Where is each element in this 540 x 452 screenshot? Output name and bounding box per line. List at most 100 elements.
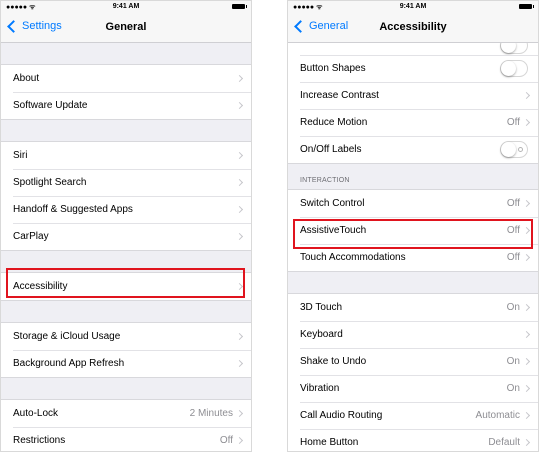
item-label: Auto-Lock: [13, 408, 59, 419]
list-item-about[interactable]: About: [1, 65, 251, 92]
chevron-right-icon: [235, 205, 244, 214]
item-value: Off: [506, 198, 520, 209]
item-value: Automatic: [475, 410, 520, 421]
list-item-3d-touch[interactable]: 3D Touch On: [288, 294, 538, 321]
list-item-shake-to-undo[interactable]: Shake to Undo On: [288, 348, 538, 375]
button-shapes-toggle[interactable]: [500, 60, 528, 77]
chevron-right-icon: [235, 282, 244, 291]
item-value: On: [506, 383, 520, 394]
page-title: Accessibility: [379, 21, 447, 33]
list-item-switch-control[interactable]: Switch Control Off: [288, 190, 538, 217]
item-label: On/Off Labels: [300, 144, 362, 155]
item-label: Increase Contrast: [300, 90, 379, 101]
status-time: 9:41 AM: [112, 3, 140, 10]
item-label: About: [13, 73, 40, 84]
item-label: AssistiveTouch: [300, 225, 367, 236]
status-bar: ●●●●● ᯤ 9:41 AM: [288, 1, 538, 13]
chevron-right-icon: [522, 357, 531, 366]
item-label: Shake to Undo: [300, 356, 367, 367]
chevron-right-icon: [235, 409, 244, 418]
list-item-siri[interactable]: Siri: [1, 142, 251, 169]
list-item-onoff-labels[interactable]: On/Off Labels: [288, 136, 538, 163]
list-item-reduce-motion[interactable]: Reduce Motion Off: [288, 109, 538, 136]
page-title: General: [105, 21, 147, 33]
item-value: 2 Minutes: [189, 408, 233, 419]
settings-group: Auto-Lock 2 Minutes Restrictions Off: [1, 399, 251, 451]
item-label: Vibration: [300, 383, 340, 394]
settings-list: About Software Update Siri Spotlight Sea…: [1, 43, 251, 451]
chevron-right-icon: [522, 199, 531, 208]
chevron-right-icon: [235, 436, 244, 445]
item-label: Storage & iCloud Usage: [13, 331, 121, 342]
list-item-increase-contrast[interactable]: Increase Contrast: [288, 82, 538, 109]
settings-group: Siri Spotlight Search Handoff & Suggeste…: [1, 141, 251, 251]
list-item-vibration[interactable]: Vibration On: [288, 375, 538, 402]
chevron-right-icon: [235, 101, 244, 110]
item-value: On: [506, 356, 520, 367]
list-item-call-audio-routing[interactable]: Call Audio Routing Automatic: [288, 402, 538, 429]
item-value: Default: [488, 437, 520, 448]
settings-group: Button Shapes Increase Contrast Reduce M…: [288, 43, 538, 164]
item-label: CarPlay: [13, 231, 49, 242]
item-label: Background App Refresh: [13, 358, 125, 369]
chevron-right-icon: [522, 253, 531, 262]
status-bar: ●●●●● ᯤ 9:41 AM: [1, 1, 251, 13]
item-label: Restrictions: [13, 435, 66, 446]
list-item-button-shapes[interactable]: Button Shapes: [288, 55, 538, 82]
onoff-labels-toggle[interactable]: [500, 141, 528, 158]
list-item-assistivetouch[interactable]: AssistiveTouch Off: [288, 217, 538, 244]
item-label: Siri: [13, 150, 28, 161]
section-header-interaction: INTERACTION: [288, 164, 538, 189]
item-label: Call Audio Routing: [300, 410, 383, 421]
nav-bar: Settings General: [1, 13, 251, 43]
item-label: Accessibility: [13, 281, 68, 292]
item-label: Switch Control: [300, 198, 365, 209]
nav-bar: General Accessibility: [288, 13, 538, 43]
list-item-keyboard[interactable]: Keyboard: [288, 321, 538, 348]
list-item-storage[interactable]: Storage & iCloud Usage: [1, 323, 251, 350]
settings-list: Button Shapes Increase Contrast Reduce M…: [288, 43, 538, 451]
list-item-restrictions[interactable]: Restrictions Off: [1, 427, 251, 451]
chevron-right-icon: [522, 226, 531, 235]
settings-group: About Software Update: [1, 64, 251, 120]
item-label: Reduce Motion: [300, 117, 368, 128]
settings-group: Switch Control Off AssistiveTouch Off To…: [288, 189, 538, 272]
settings-group: 3D Touch On Keyboard Shake to Undo On Vi…: [288, 293, 538, 451]
chevron-right-icon: [235, 74, 244, 83]
item-label: Touch Accommodations: [300, 252, 406, 263]
chevron-right-icon: [522, 118, 531, 127]
list-item-background-refresh[interactable]: Background App Refresh: [1, 350, 251, 377]
chevron-right-icon: [522, 438, 531, 447]
list-item-spotlight-search[interactable]: Spotlight Search: [1, 169, 251, 196]
list-item-accessibility[interactable]: Accessibility: [1, 273, 251, 300]
chevron-right-icon: [522, 384, 531, 393]
item-value: On: [506, 302, 520, 313]
toggle-switch[interactable]: [500, 43, 528, 54]
chevron-right-icon: [235, 178, 244, 187]
item-label: 3D Touch: [300, 302, 343, 313]
item-label: Software Update: [13, 100, 88, 111]
item-value: Off: [506, 252, 520, 263]
list-item-partial: [288, 43, 538, 55]
battery-icon: [519, 4, 534, 9]
chevron-right-icon: [235, 359, 244, 368]
item-label: Handoff & Suggested Apps: [13, 204, 133, 215]
chevron-right-icon: [235, 151, 244, 160]
chevron-right-icon: [235, 232, 244, 241]
chevron-right-icon: [235, 332, 244, 341]
list-item-auto-lock[interactable]: Auto-Lock 2 Minutes: [1, 400, 251, 427]
list-item-touch-accommodations[interactable]: Touch Accommodations Off: [288, 244, 538, 271]
chevron-right-icon: [522, 411, 531, 420]
status-time: 9:41 AM: [399, 3, 427, 10]
list-item-software-update[interactable]: Software Update: [1, 92, 251, 119]
chevron-right-icon: [522, 91, 531, 100]
off-label-icon: [518, 147, 523, 152]
list-item-carplay[interactable]: CarPlay: [1, 223, 251, 250]
list-item-handoff[interactable]: Handoff & Suggested Apps: [1, 196, 251, 223]
chevron-right-icon: [522, 330, 531, 339]
item-value: Off: [506, 225, 520, 236]
settings-group: Accessibility: [1, 272, 251, 301]
chevron-right-icon: [522, 303, 531, 312]
list-item-home-button[interactable]: Home Button Default: [288, 429, 538, 451]
item-label: Keyboard: [300, 329, 343, 340]
